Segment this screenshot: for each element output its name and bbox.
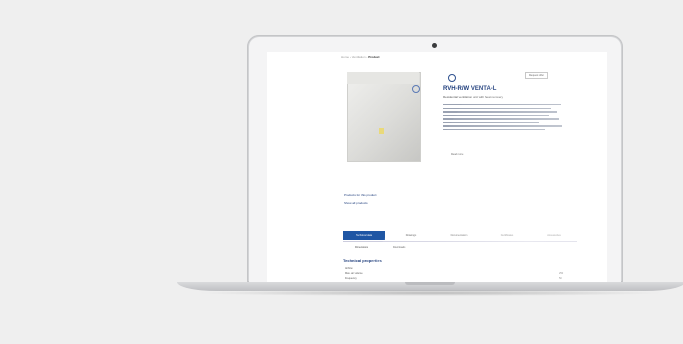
description-line (443, 104, 561, 106)
product-description (443, 104, 563, 133)
table-row-label: Max. air volume (345, 272, 363, 275)
subtab-downloads[interactable]: Downloads (393, 246, 405, 249)
table-row-label: Frequency (345, 277, 357, 280)
tab-certificates[interactable]: Certificates (487, 231, 527, 240)
product-tabs: Technical data Drawings Documentation Ce… (343, 231, 577, 242)
laptop-screen: Home › Ventilation › Product RVH-R/W VEN… (267, 52, 607, 282)
brand-logo-icon (448, 74, 456, 82)
breadcrumb: Home › Ventilation › Product (341, 55, 380, 59)
breadcrumb-item-ventilation[interactable]: Ventilation (352, 55, 366, 59)
product-image-top (347, 72, 419, 84)
product-title: RVH-R/W VENTA-L (443, 86, 497, 92)
description-line (443, 118, 560, 120)
laptop-notch (405, 282, 455, 285)
breadcrumb-item-product: Product (368, 55, 380, 59)
show-all-products-link[interactable]: Show all products (344, 201, 368, 205)
tab-technical-data[interactable]: Technical data (343, 231, 385, 240)
description-line (443, 121, 539, 124)
request-offer-button[interactable]: Request offer (525, 72, 548, 79)
related-products-label[interactable]: Products for this product (344, 193, 377, 197)
brand-badge-icon (412, 85, 420, 93)
product-image[interactable] (347, 72, 421, 162)
product-subtitle: Residential ventilation unit with heat r… (443, 95, 504, 99)
section-title: Technical properties (343, 258, 382, 263)
bezel-inner: Home › Ventilation › Product RVH-R/W VEN… (249, 37, 621, 282)
breadcrumb-item-home[interactable]: Home (341, 55, 349, 59)
description-line (443, 111, 557, 113)
description-line (443, 125, 562, 127)
table-row-label: Airflow (345, 267, 353, 270)
product-label-sticker (379, 128, 384, 134)
subtab-dimensions[interactable]: Dimensions (355, 246, 368, 249)
read-more-link[interactable]: Read more (451, 153, 463, 156)
laptop-shadow (195, 290, 665, 296)
laptop-bezel: Home › Ventilation › Product RVH-R/W VEN… (247, 35, 623, 282)
table-row-value: 50 (559, 277, 562, 280)
tab-accessories[interactable]: Accessories (533, 231, 575, 240)
tab-documentation[interactable]: Documentation (437, 231, 481, 240)
tab-drawings[interactable]: Drawings (391, 231, 431, 240)
camera-icon (432, 43, 437, 48)
description-line (443, 114, 549, 117)
description-line (443, 107, 551, 109)
table-row-value: 250 (559, 272, 564, 275)
description-line (443, 129, 545, 131)
